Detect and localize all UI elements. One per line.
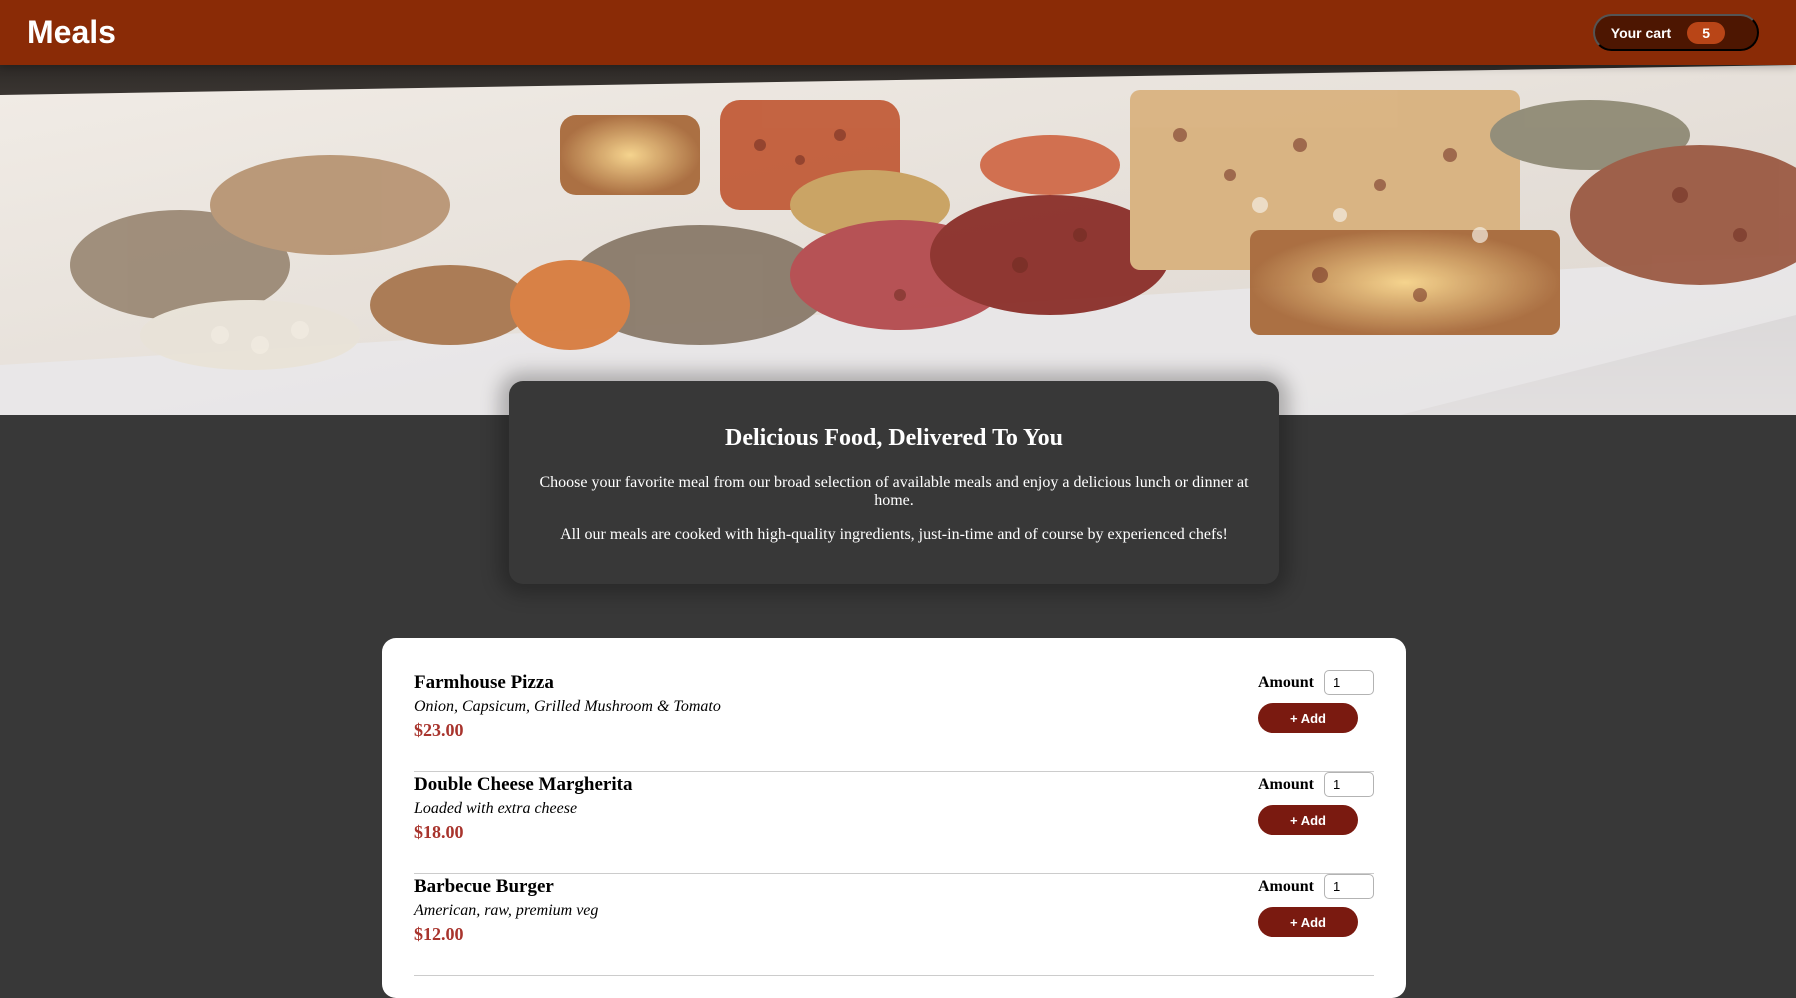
add-button[interactable]: + Add [1257,805,1358,835]
meal-form: Amount + Add [1257,670,1374,771]
app-title: Meals [27,14,116,50]
list-item: Double Cheese Margherita Loaded with ext… [414,772,1374,874]
cart-button[interactable]: Your cart 5 [1592,14,1759,51]
amount-input[interactable] [1324,670,1374,695]
meal-description: American, raw, premium veg [414,902,599,919]
add-button[interactable]: + Add [1257,907,1358,937]
cart-label: Your cart [1610,24,1672,41]
amount-label: Amount [1257,877,1314,895]
list-item: Farmhouse Pizza Onion, Capsicum, Grilled… [414,670,1374,772]
summary-heading: Delicious Food, Delivered To You [724,425,1064,451]
meal-form: Amount + Add [1257,772,1374,873]
amount-row: Amount [1258,874,1374,899]
meal-name: Double Cheese Margherita [414,774,633,795]
amount-label: Amount [1257,775,1314,793]
meal-info: Double Cheese Margherita Loaded with ext… [414,772,632,873]
amount-row: Amount [1258,670,1374,695]
meal-info: Farmhouse Pizza Onion, Capsicum, Grilled… [414,670,721,771]
list-item: Barbecue Burger American, raw, premium v… [414,874,1374,976]
summary-paragraph-1: Choose your favorite meal from our broad… [539,474,1249,509]
amount-row: Amount [1258,772,1374,797]
meal-name: Farmhouse Pizza [414,672,554,693]
amount-label: Amount [1257,673,1314,691]
meal-description: Loaded with extra cheese [414,800,578,817]
summary-paragraph-2: All our meals are cooked with high-quali… [560,526,1228,543]
meal-description: Onion, Capsicum, Grilled Mushroom & Toma… [414,698,721,715]
meal-price: $12.00 [414,924,464,944]
amount-input[interactable] [1324,874,1374,899]
cart-count-badge: 5 [1687,21,1725,44]
meals-list: Farmhouse Pizza Onion, Capsicum, Grilled… [382,638,1406,998]
meal-name: Barbecue Burger [414,876,554,897]
app-header: Meals Your cart 5 [0,0,1796,65]
hero-banner-image [0,65,1796,415]
summary-section: Delicious Food, Delivered To You Choose … [509,381,1279,584]
meal-info: Barbecue Burger American, raw, premium v… [414,874,598,975]
amount-input[interactable] [1324,772,1374,797]
meal-price: $18.00 [414,822,464,842]
meal-form: Amount + Add [1257,874,1374,975]
add-button[interactable]: + Add [1257,703,1358,733]
meal-price: $23.00 [414,720,464,740]
